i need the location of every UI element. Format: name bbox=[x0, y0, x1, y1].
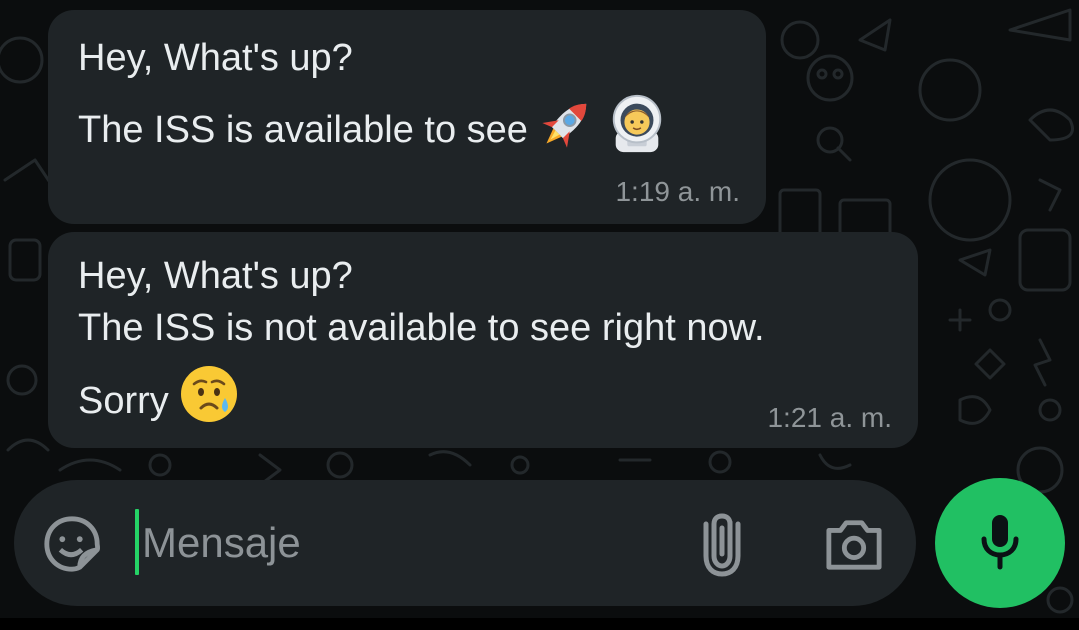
message-timestamp: 1:21 a. m. bbox=[767, 402, 892, 433]
message-text: The ISS is available to see bbox=[78, 109, 528, 152]
microphone-button[interactable] bbox=[935, 478, 1065, 608]
camera-icon[interactable] bbox=[820, 510, 888, 578]
message-bubble[interactable]: Hey, What's up? The ISS is not available… bbox=[48, 232, 918, 448]
message-composer bbox=[14, 480, 916, 606]
astronaut-emoji bbox=[606, 92, 668, 164]
message-timestamp: 1:19 a. m. bbox=[615, 176, 740, 207]
message-input[interactable] bbox=[136, 508, 662, 578]
message-text-line: The ISS is not available to see right no… bbox=[78, 307, 765, 349]
message-text-line: Sorry bbox=[78, 366, 241, 440]
message-text-line: Hey, What's up? bbox=[78, 37, 353, 79]
message-bubble[interactable]: Hey, What's up? The ISS is available to … bbox=[48, 10, 766, 224]
system-nav-bar bbox=[0, 618, 1079, 630]
rocket-emoji bbox=[536, 92, 598, 164]
message-text: Sorry bbox=[78, 380, 169, 423]
message-text-line: The ISS is available to see bbox=[78, 94, 668, 168]
microphone-icon bbox=[976, 511, 1024, 576]
paperclip-icon[interactable] bbox=[692, 508, 752, 578]
sticker-icon[interactable] bbox=[38, 510, 106, 578]
message-text-line: Hey, What's up? bbox=[78, 255, 353, 297]
sad-relieved-face-emoji bbox=[177, 362, 241, 436]
